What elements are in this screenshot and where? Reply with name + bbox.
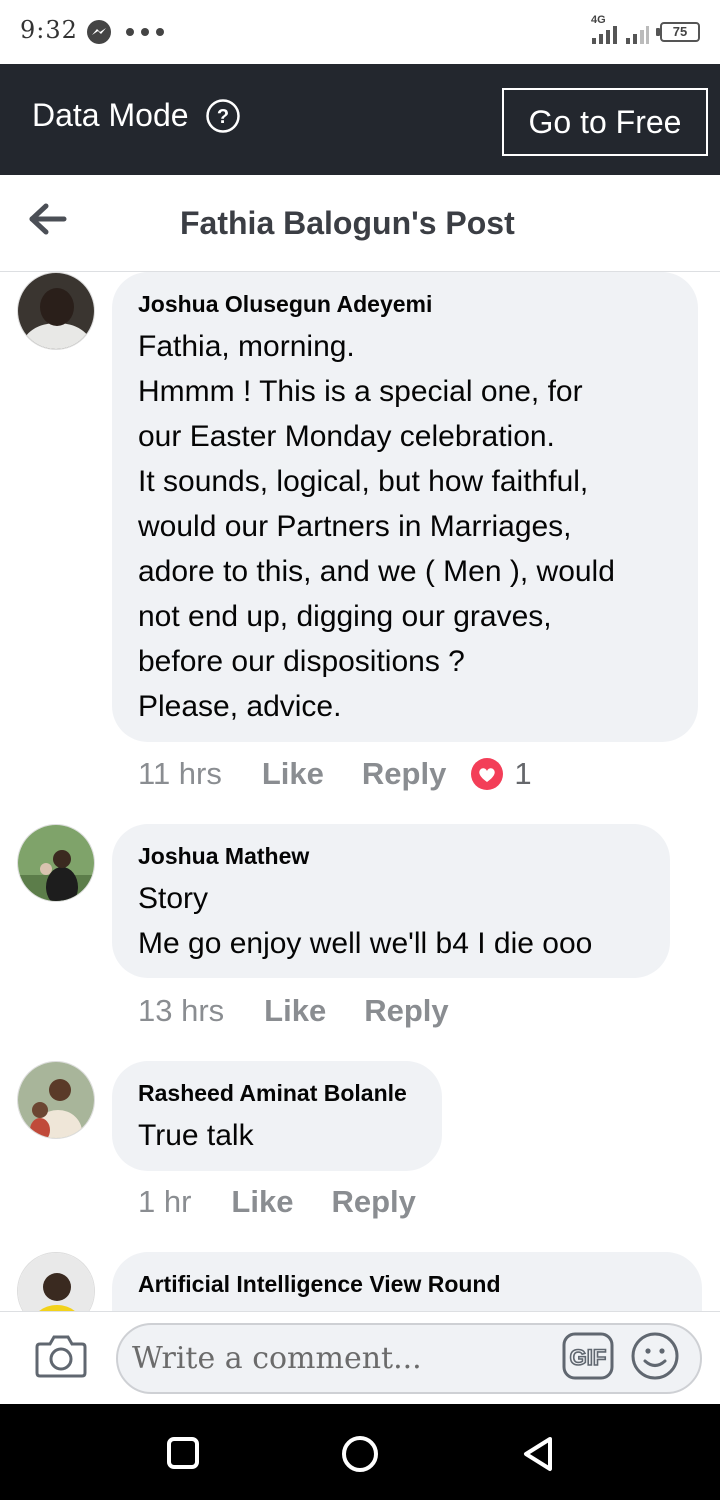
comment-composer: GIF [0, 1311, 720, 1404]
comment-time[interactable]: 11 hrs [138, 756, 222, 792]
recents-icon[interactable] [166, 1436, 200, 1470]
arrow-left-icon[interactable] [26, 199, 70, 239]
go-to-free-button[interactable]: Go to Free [502, 88, 708, 156]
back-triangle-icon[interactable] [518, 1434, 556, 1474]
status-bar: 9:32 4G 75 [0, 0, 720, 64]
signal-icon [592, 26, 617, 44]
data-mode-label: Data Mode [32, 97, 189, 133]
post-header: Fathia Balogun's Post [0, 175, 720, 272]
battery-indicator: 75 [660, 22, 700, 42]
camera-icon[interactable] [34, 1330, 88, 1380]
system-nav-bar [0, 1404, 720, 1500]
data-mode-bar: Data Mode ? Go to Free [0, 64, 720, 175]
reaction-count[interactable]: 1 [470, 756, 532, 792]
avatar[interactable] [17, 1252, 95, 1311]
comment-bubble: Rasheed Aminat Bolanle True talk [112, 1061, 442, 1171]
like-button[interactable]: Like [264, 993, 326, 1029]
comment-bubble: Joshua Mathew Story Me go enjoy well we'… [112, 824, 670, 978]
heart-icon [471, 758, 504, 790]
comment-time[interactable]: 13 hrs [138, 993, 224, 1029]
like-button[interactable]: Like [262, 756, 324, 792]
comment-author[interactable]: Rasheed Aminat Bolanle [138, 1079, 416, 1107]
question-circle-icon[interactable]: ? [205, 98, 241, 134]
comments-list: Joshua Olusegun Adeyemi Fathia, morning.… [0, 272, 720, 1311]
comment-author[interactable]: Artificial Intelligence View Round [138, 1270, 676, 1298]
comment-bubble: Artificial Intelligence View Round [112, 1252, 702, 1311]
more-dots-icon [126, 28, 164, 36]
svg-text:?: ? [217, 106, 229, 128]
page-title: Fathia Balogun's Post [180, 205, 515, 241]
reply-button[interactable]: Reply [331, 1184, 415, 1220]
comment-time[interactable]: 1 hr [138, 1184, 191, 1220]
comment-actions: 1 hr Like Reply [138, 1184, 454, 1220]
network-type: 4G [591, 14, 606, 26]
comment-actions: 11 hrs Like Reply 1 [138, 756, 532, 792]
home-icon[interactable] [340, 1434, 380, 1474]
comment-bubble: Joshua Olusegun Adeyemi Fathia, morning.… [112, 272, 698, 742]
comment-actions: 13 hrs Like Reply [138, 993, 487, 1029]
comment-text: Fathia, morning. Hmmm ! This is a specia… [138, 330, 615, 723]
reply-button[interactable]: Reply [364, 993, 448, 1029]
avatar[interactable] [17, 824, 95, 902]
messenger-icon [87, 20, 111, 44]
comment-author[interactable]: Joshua Olusegun Adeyemi [138, 290, 672, 318]
status-time: 9:32 [20, 16, 78, 44]
comment-input[interactable] [116, 1323, 702, 1394]
like-button[interactable]: Like [231, 1184, 293, 1220]
emoji-icon[interactable] [630, 1331, 680, 1381]
gif-icon[interactable]: GIF [562, 1332, 614, 1380]
comment-text: True talk [138, 1119, 254, 1152]
svg-text:GIF: GIF [570, 1345, 607, 1370]
comment-text: Story Me go enjoy well we'll b4 I die oo… [138, 882, 593, 960]
reaction-number: 1 [514, 756, 532, 791]
comment-author[interactable]: Joshua Mathew [138, 842, 644, 870]
reply-button[interactable]: Reply [362, 756, 446, 792]
avatar[interactable] [17, 272, 95, 350]
signal-icon [626, 26, 649, 44]
avatar[interactable] [17, 1061, 95, 1139]
